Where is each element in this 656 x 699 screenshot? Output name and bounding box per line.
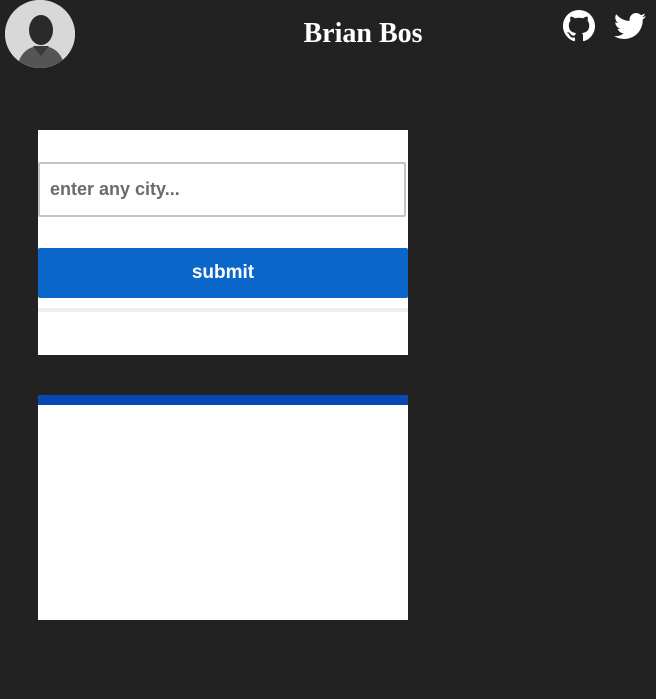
github-icon [563, 10, 595, 42]
city-search-input[interactable] [38, 162, 406, 217]
twitter-link[interactable] [614, 10, 646, 42]
result-card-header [38, 395, 408, 405]
twitter-icon [614, 13, 646, 40]
submit-button[interactable]: submit [38, 248, 408, 298]
result-card [38, 395, 408, 620]
search-card: submit [38, 130, 408, 355]
github-link[interactable] [563, 10, 595, 42]
page-title: Brian Bos [303, 18, 423, 49]
divider [38, 308, 408, 312]
